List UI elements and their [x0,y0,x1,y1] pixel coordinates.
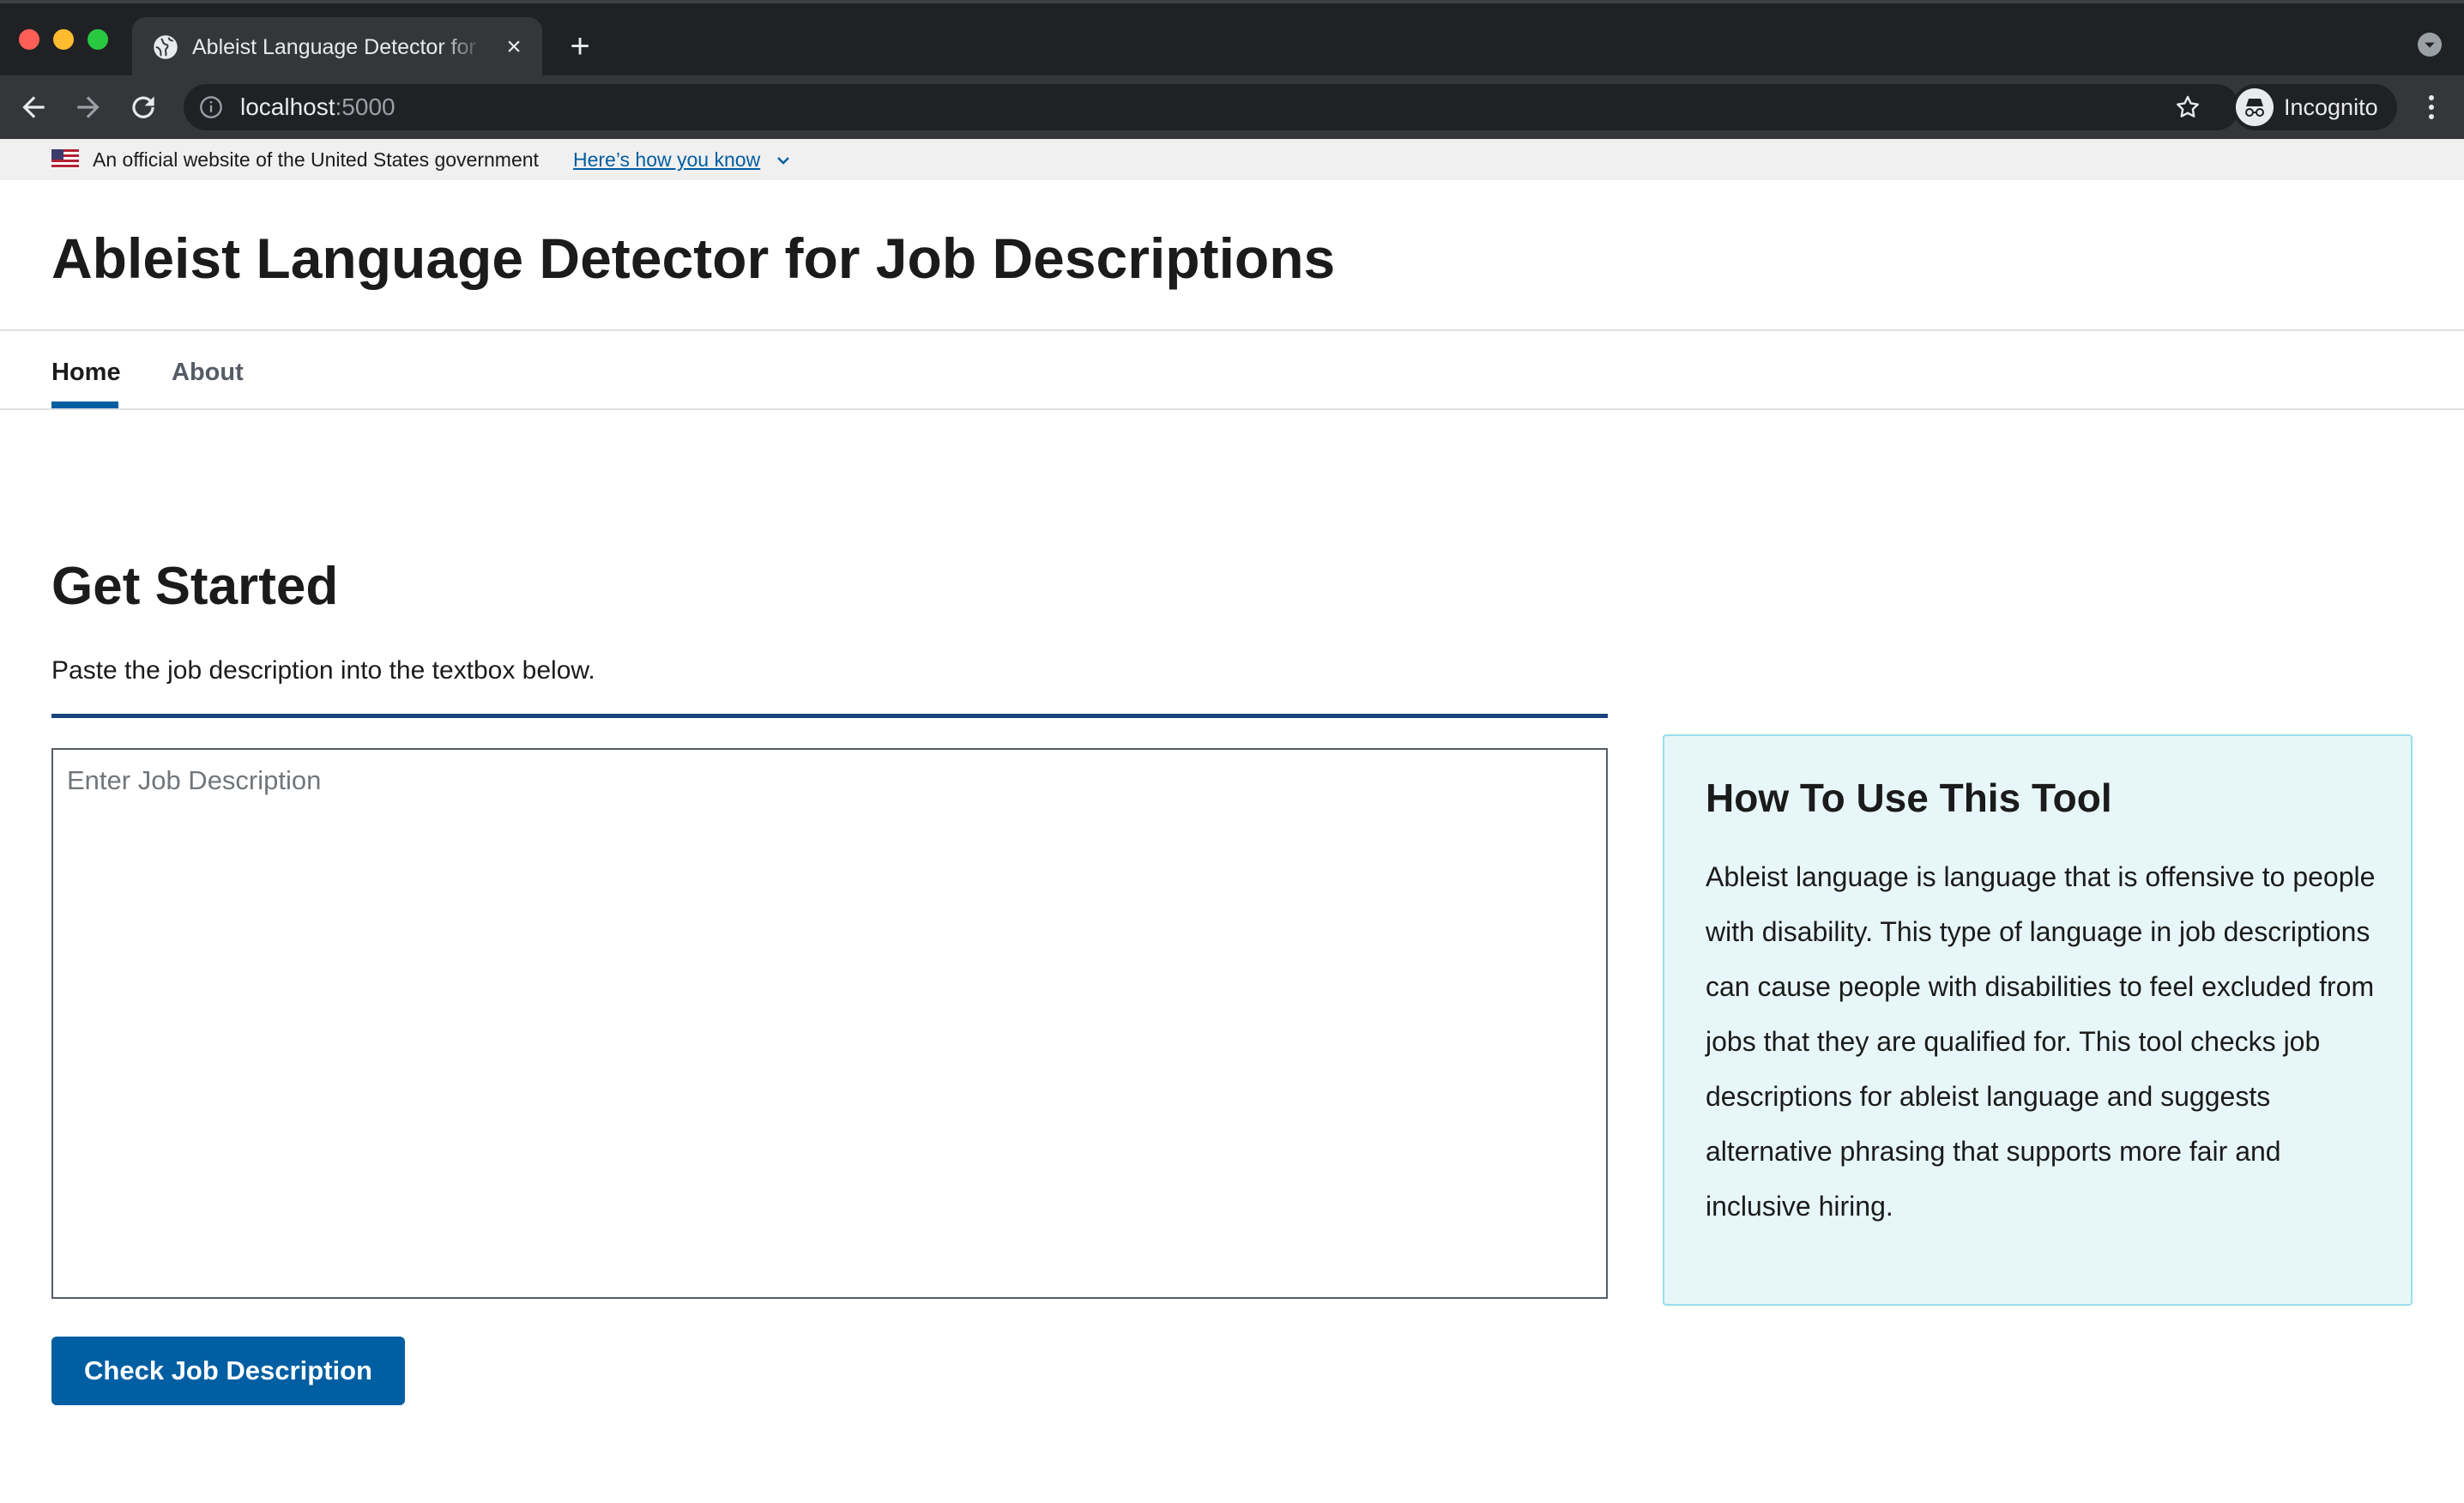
kebab-menu-icon[interactable] [2421,91,2442,124]
how-to-use-body: Ableist language is language that is off… [1706,861,2376,1222]
heres-how-you-know-link[interactable]: Here’s how you know [573,146,760,173]
globe-icon [154,35,178,59]
address-bar[interactable]: localhost:5000 [184,84,2239,130]
reload-icon[interactable] [127,91,160,124]
info-icon[interactable] [199,95,223,119]
close-window-button[interactable] [19,29,39,50]
header-divider [0,329,2464,331]
job-description-input[interactable] [51,748,1608,1299]
page-heading: Get Started [51,557,339,616]
us-flag-icon [51,149,79,168]
maximize-window-button[interactable] [88,29,108,50]
how-to-use-title: How To Use This Tool [1706,776,2112,820]
chevron-down-icon[interactable] [776,153,791,168]
active-nav-indicator [51,401,118,408]
plus-icon[interactable]: + [563,29,597,63]
browser-toolbar: localhost:5000 Incognito [0,75,2464,139]
gov-banner: An official website of the United States… [0,139,2464,180]
check-job-description-button[interactable]: Check Job Description [51,1337,405,1405]
how-to-use-card: How To Use This Tool Ableist language is… [1663,734,2413,1306]
site-title[interactable]: Ableist Language Detector for Job Descri… [51,220,1335,297]
back-arrow-icon[interactable] [17,91,50,124]
browser-tab-strip: Ableist Language Detector for Job Descri… [0,0,2464,75]
star-icon[interactable] [2174,94,2201,121]
incognito-profile-button[interactable]: Incognito [2232,84,2397,130]
incognito-icon [2236,88,2274,126]
minimize-window-button[interactable] [53,29,74,50]
nav-item-home[interactable]: Home [51,355,121,389]
tab-title: Ableist Language Detector for Job Descri… [192,35,484,59]
gov-banner-text: An official website of the United States… [93,148,539,171]
incognito-label: Incognito [2284,94,2378,120]
close-icon[interactable]: × [501,34,527,60]
section-rule [51,714,1608,718]
nav-divider [0,408,2464,410]
forward-arrow-icon[interactable] [72,91,105,124]
nav-item-about[interactable]: About [172,355,244,389]
intro-text: Paste the job description into the textb… [51,656,595,685]
url-text: localhost:5000 [240,94,396,120]
chevron-down-icon[interactable] [2418,33,2442,57]
browser-tab[interactable]: Ableist Language Detector for Job Descri… [132,17,542,75]
